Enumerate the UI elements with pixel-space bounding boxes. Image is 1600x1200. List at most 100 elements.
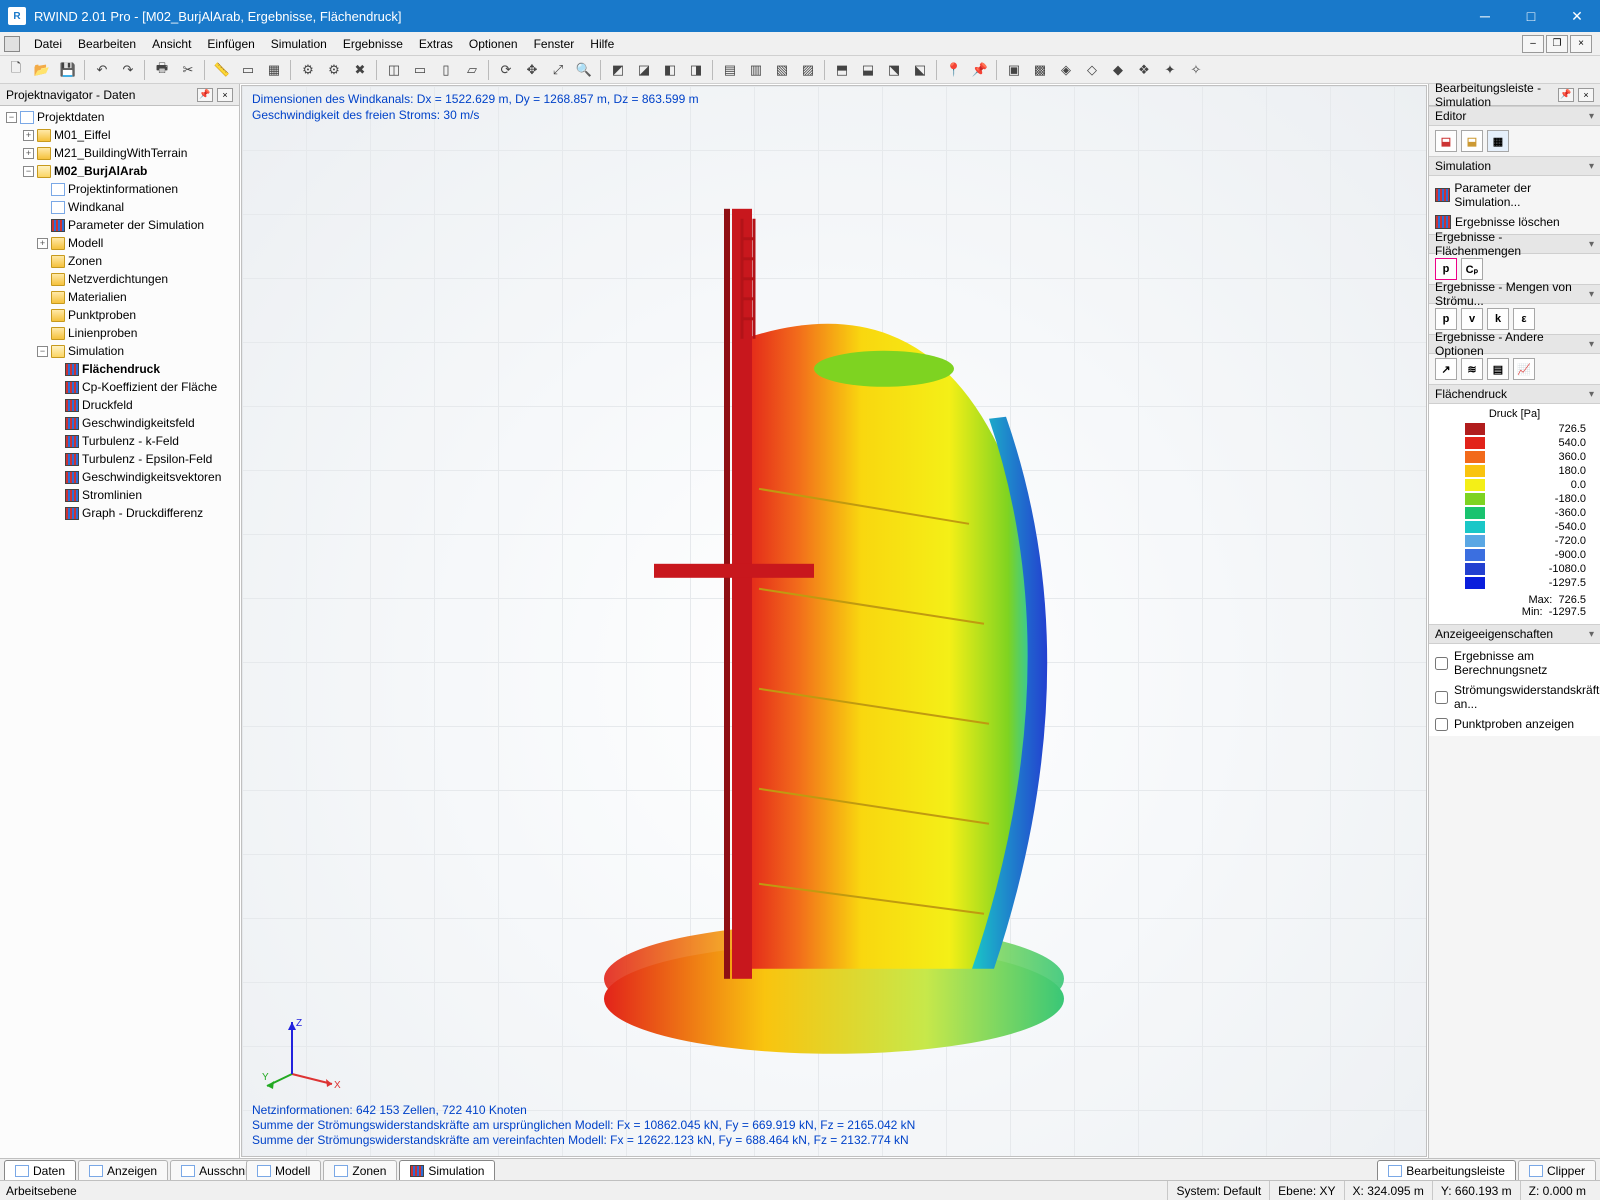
tb-extra2[interactable]: ▩ [1028, 59, 1052, 81]
tb-view-top[interactable]: ▱ [460, 59, 484, 81]
tree-cp[interactable]: Cp-Koeffizient der Fläche [2, 378, 237, 396]
tree-netz[interactable]: Netzverdichtungen [2, 270, 237, 288]
menu-ergebnisse[interactable]: Ergebnisse [335, 35, 411, 53]
btn-other-2[interactable]: ≋ [1461, 358, 1483, 380]
editor-btn-3[interactable]: ▦ [1487, 130, 1509, 152]
btn-p-surface[interactable]: p [1435, 258, 1457, 280]
tab-modell[interactable]: Modell [246, 1160, 321, 1180]
btn-p-flow[interactable]: p [1435, 308, 1457, 330]
chk-probes[interactable]: Punktproben anzeigen [1435, 716, 1594, 732]
navigator-pin-icon[interactable]: 📌 [197, 88, 213, 102]
tb-6[interactable]: ⬓ [856, 59, 880, 81]
editor-btn-2[interactable]: ⬓ [1461, 130, 1483, 152]
tb-extra5[interactable]: ◆ [1106, 59, 1130, 81]
tree-simparam[interactable]: Parameter der Simulation [2, 216, 237, 234]
tb-view-front[interactable]: ▭ [408, 59, 432, 81]
tb-probe2[interactable]: 📌 [968, 59, 992, 81]
tb-select[interactable]: ▭ [236, 59, 260, 81]
tb-extra3[interactable]: ◈ [1054, 59, 1078, 81]
menu-optionen[interactable]: Optionen [461, 35, 526, 53]
tb-extra8[interactable]: ✧ [1184, 59, 1208, 81]
tree-turbk[interactable]: Turbulenz - k-Feld [2, 432, 237, 450]
tb-3[interactable]: ▧ [770, 59, 794, 81]
mdi-close[interactable]: × [1570, 35, 1592, 53]
tree-root[interactable]: −Projektdaten [2, 108, 237, 126]
tb-clip4[interactable]: ◨ [684, 59, 708, 81]
tree-m01[interactable]: +M01_Eiffel [2, 126, 237, 144]
btn-other-4[interactable]: 📈 [1513, 358, 1535, 380]
close-button[interactable]: ✕ [1554, 0, 1600, 32]
menu-fenster[interactable]: Fenster [526, 35, 583, 53]
tb-clip3[interactable]: ◧ [658, 59, 682, 81]
tab-zonen[interactable]: Zonen [323, 1160, 397, 1180]
tb-5[interactable]: ⬒ [830, 59, 854, 81]
chk-mesh[interactable]: Ergebnisse am Berechnungsnetz [1435, 648, 1594, 678]
btn-other-3[interactable]: ▤ [1487, 358, 1509, 380]
btn-eps-flow[interactable]: ε [1513, 308, 1535, 330]
tb-delete-results[interactable]: ✖ [348, 59, 372, 81]
tree-geschw[interactable]: Geschwindigkeitsfeld [2, 414, 237, 432]
editor-btn-1[interactable]: ⬓ [1435, 130, 1457, 152]
mdi-restore[interactable]: ❐ [1546, 35, 1568, 53]
btn-k-flow[interactable]: k [1487, 308, 1509, 330]
tb-7[interactable]: ⬔ [882, 59, 906, 81]
tree-turbeps[interactable]: Turbulenz - Epsilon-Feld [2, 450, 237, 468]
tree-projinfo[interactable]: Projektinformationen [2, 180, 237, 198]
menu-ansicht[interactable]: Ansicht [144, 35, 199, 53]
tree-m02[interactable]: −M02_BurjAlArab [2, 162, 237, 180]
tree-strom[interactable]: Stromlinien [2, 486, 237, 504]
btn-v-flow[interactable]: v [1461, 308, 1483, 330]
tb-probe[interactable]: 📍 [942, 59, 966, 81]
tb-view-iso[interactable]: ◫ [382, 59, 406, 81]
menu-extras[interactable]: Extras [411, 35, 461, 53]
tb-zoomfit[interactable]: ⤢ [546, 59, 570, 81]
mdi-minimize[interactable]: – [1522, 35, 1544, 53]
link-simdel[interactable]: Ergebnisse löschen [1435, 214, 1594, 230]
tb-print[interactable]: 🖶 [150, 59, 174, 81]
tree-simulation[interactable]: −Simulation [2, 342, 237, 360]
tab-daten[interactable]: Daten [4, 1160, 76, 1180]
tree-geschwvec[interactable]: Geschwindigkeitsvektoren [2, 468, 237, 486]
tb-4[interactable]: ▨ [796, 59, 820, 81]
sec-simulation[interactable]: Simulation▾ [1429, 156, 1600, 176]
chk-drag[interactable]: Strömungswiderstandskräfte an... [1435, 682, 1594, 712]
tree-punktproben[interactable]: Punktproben [2, 306, 237, 324]
tb-measure[interactable]: 📏 [210, 59, 234, 81]
tb-8[interactable]: ⬕ [908, 59, 932, 81]
sec-display[interactable]: Anzeigeeigenschaften▾ [1429, 624, 1600, 644]
tb-extra4[interactable]: ◇ [1080, 59, 1104, 81]
tree-mat[interactable]: Materialien [2, 288, 237, 306]
menu-datei[interactable]: Datei [26, 35, 70, 53]
tree-druckfeld[interactable]: Druckfeld [2, 396, 237, 414]
sec-editor[interactable]: Editor▾ [1429, 106, 1600, 126]
tree-zonen[interactable]: Zonen [2, 252, 237, 270]
tb-grid[interactable]: ▦ [262, 59, 286, 81]
tb-extra7[interactable]: ✦ [1158, 59, 1182, 81]
tb-clip1[interactable]: ◩ [606, 59, 630, 81]
tb-rotate[interactable]: ⟳ [494, 59, 518, 81]
tb-pan[interactable]: ✥ [520, 59, 544, 81]
navigator-close-icon[interactable]: × [217, 88, 233, 102]
app-menu-icon[interactable] [4, 36, 20, 52]
menu-einfuegen[interactable]: Einfügen [199, 35, 262, 53]
tree-flaechendruck[interactable]: Flächendruck [2, 360, 237, 378]
sec-res-fl[interactable]: Ergebnisse - Flächenmengen▾ [1429, 234, 1600, 254]
tb-1[interactable]: ▤ [718, 59, 742, 81]
navigator-tree[interactable]: −Projektdaten +M01_Eiffel +M21_BuildingW… [0, 106, 239, 1158]
link-simparam[interactable]: Parameter der Simulation... [1435, 180, 1594, 210]
tb-extra6[interactable]: ❖ [1132, 59, 1156, 81]
tree-linienproben[interactable]: Linienproben [2, 324, 237, 342]
maximize-button[interactable]: □ [1508, 0, 1554, 32]
edit-panel-pin-icon[interactable]: 📌 [1558, 88, 1574, 102]
btn-other-1[interactable]: ↗ [1435, 358, 1457, 380]
sec-res-other[interactable]: Ergebnisse - Andere Optionen▾ [1429, 334, 1600, 354]
menu-bearbeiten[interactable]: Bearbeiten [70, 35, 144, 53]
tb-runsim2[interactable]: ⚙ [322, 59, 346, 81]
tb-open[interactable]: 📂 [30, 59, 54, 81]
sec-res-str[interactable]: Ergebnisse - Mengen von Strömu...▾ [1429, 284, 1600, 304]
tab-clipper[interactable]: Clipper [1518, 1160, 1596, 1180]
tb-clip2[interactable]: ◪ [632, 59, 656, 81]
minimize-button[interactable]: ─ [1462, 0, 1508, 32]
tree-modell[interactable]: +Modell [2, 234, 237, 252]
tree-graph[interactable]: Graph - Druckdifferenz [2, 504, 237, 522]
